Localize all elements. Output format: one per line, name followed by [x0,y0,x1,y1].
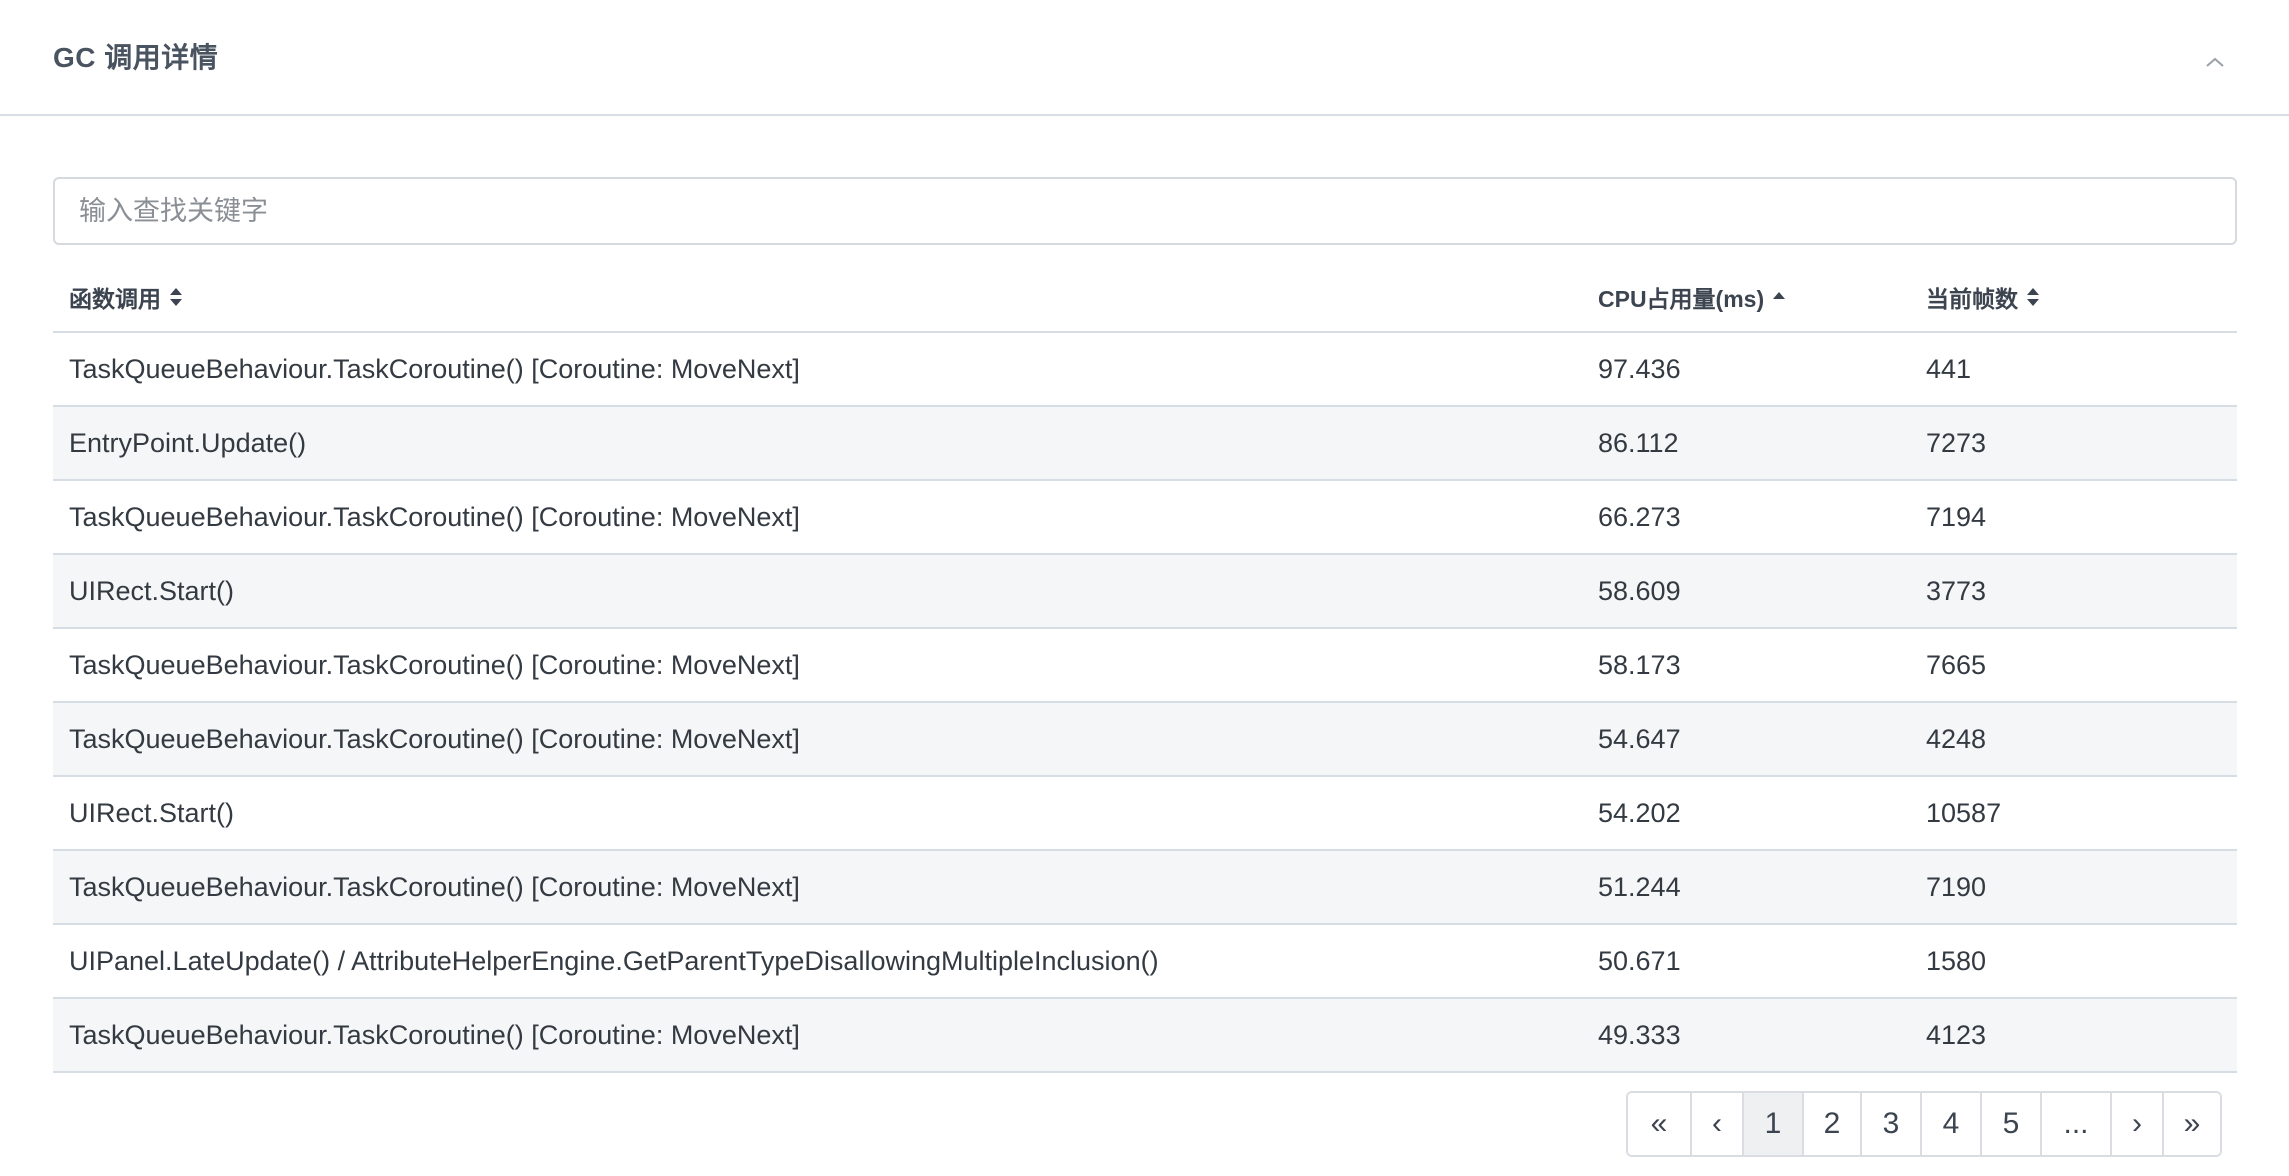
table-row[interactable]: TaskQueueBehaviour.TaskCoroutine() [Coro… [53,851,2237,925]
cpu-usage-cell: 58.609 [1598,575,1681,606]
table-row[interactable]: UIPanel.LateUpdate() / AttributeHelperEn… [53,925,2237,999]
page-next-button[interactable]: › [2110,1093,2162,1155]
page-ellipsis: ... [2040,1093,2110,1155]
table-row[interactable]: TaskQueueBehaviour.TaskCoroutine() [Coro… [53,999,2237,1073]
table-row[interactable]: TaskQueueBehaviour.TaskCoroutine() [Coro… [53,703,2237,777]
sort-icon [170,287,182,306]
table-header: 函数调用 CPU占用量(ms) 当前帧数 [53,260,2237,333]
panel-header: GC 调用详情 [0,0,2289,116]
current-frame-cell: 7665 [1926,649,1987,680]
current-frame-cell: 1580 [1926,945,1987,976]
table-row[interactable]: TaskQueueBehaviour.TaskCoroutine() [Coro… [53,333,2237,407]
current-frame-cell: 4248 [1926,723,1987,754]
chevron-up-icon [2206,57,2224,67]
collapse-button[interactable] [2200,50,2230,74]
pagination: « ‹ 1 2 3 4 5 ... › » [1626,1091,2222,1157]
sort-icon [2027,287,2039,306]
function-call-cell: TaskQueueBehaviour.TaskCoroutine() [Coro… [69,871,800,902]
column-header-label: 当前帧数 [1926,285,2018,312]
current-frame-cell: 7190 [1926,871,1987,902]
function-call-cell: TaskQueueBehaviour.TaskCoroutine() [Coro… [69,1019,800,1050]
column-header-cpu-usage[interactable]: CPU占用量(ms) [1598,260,1786,333]
cpu-usage-cell: 51.244 [1598,871,1681,902]
page-3-button[interactable]: 3 [1860,1093,1920,1155]
table-row[interactable]: EntryPoint.Update() 86.112 7273 [53,407,2237,481]
page-1-button[interactable]: 1 [1742,1093,1802,1155]
table-row[interactable]: TaskQueueBehaviour.TaskCoroutine() [Coro… [53,481,2237,555]
current-frame-cell: 4123 [1926,1019,1987,1050]
current-frame-cell: 7273 [1926,427,1987,458]
function-call-cell: TaskQueueBehaviour.TaskCoroutine() [Coro… [69,649,800,680]
search-input[interactable] [53,177,2237,245]
sort-up-icon [1773,291,1786,299]
table-row[interactable]: TaskQueueBehaviour.TaskCoroutine() [Coro… [53,629,2237,703]
function-call-cell: UIRect.Start() [69,575,235,606]
function-call-cell: EntryPoint.Update() [69,427,307,458]
current-frame-cell: 3773 [1926,575,1987,606]
function-call-cell: UIRect.Start() [69,797,235,828]
current-frame-cell: 7194 [1926,501,1987,532]
page-first-button[interactable]: « [1628,1093,1690,1155]
page-5-button[interactable]: 5 [1980,1093,2040,1155]
current-frame-cell: 441 [1926,353,1972,384]
page-last-button[interactable]: » [2162,1093,2220,1155]
column-header-label: CPU占用量(ms) [1598,285,1765,312]
gc-details-panel: GC 调用详情 函数调用 CPU占用量(ms) [0,0,2289,1176]
page-4-button[interactable]: 4 [1920,1093,1980,1155]
cpu-usage-cell: 54.647 [1598,723,1681,754]
cpu-usage-cell: 49.333 [1598,1019,1681,1050]
table-row[interactable]: UIRect.Start() 54.202 10587 [53,777,2237,851]
function-call-cell: TaskQueueBehaviour.TaskCoroutine() [Coro… [69,723,800,754]
cpu-usage-cell: 66.273 [1598,501,1681,532]
cpu-usage-cell: 50.671 [1598,945,1681,976]
column-header-function-call[interactable]: 函数调用 [69,260,183,333]
gc-calls-table: 函数调用 CPU占用量(ms) 当前帧数 TaskQueueBehaviour.… [53,260,2237,1073]
column-header-current-frame[interactable]: 当前帧数 [1926,260,2040,333]
cpu-usage-cell: 86.112 [1598,427,1679,458]
function-call-cell: UIPanel.LateUpdate() / AttributeHelperEn… [69,945,1159,976]
function-call-cell: TaskQueueBehaviour.TaskCoroutine() [Coro… [69,353,800,384]
cpu-usage-cell: 97.436 [1598,353,1681,384]
page-prev-button[interactable]: ‹ [1690,1093,1742,1155]
table-row[interactable]: UIRect.Start() 58.609 3773 [53,555,2237,629]
page-2-button[interactable]: 2 [1802,1093,1860,1155]
cpu-usage-cell: 54.202 [1598,797,1681,828]
current-frame-cell: 10587 [1926,797,2002,828]
cpu-usage-cell: 58.173 [1598,649,1681,680]
panel-title: GC 调用详情 [53,42,219,73]
function-call-cell: TaskQueueBehaviour.TaskCoroutine() [Coro… [69,501,800,532]
column-header-label: 函数调用 [69,285,161,312]
